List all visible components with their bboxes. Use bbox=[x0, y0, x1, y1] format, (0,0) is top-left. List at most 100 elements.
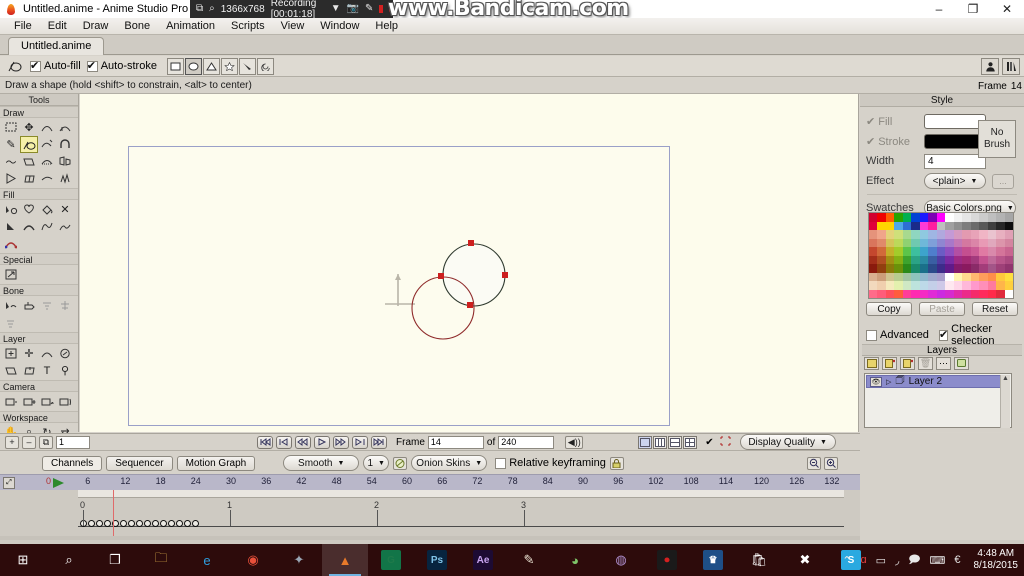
color-swatch[interactable] bbox=[962, 255, 971, 264]
sony-vegas-taskbar-button[interactable]: ✎ bbox=[506, 544, 552, 576]
show-hidden-icons[interactable]: ⌃ bbox=[842, 554, 851, 567]
photoshop-taskbar-button[interactable]: Ps bbox=[414, 544, 460, 576]
color-swatch[interactable] bbox=[885, 289, 895, 298]
color-swatch[interactable] bbox=[945, 247, 954, 256]
color-swatch[interactable] bbox=[919, 247, 929, 256]
blend-colors-tool[interactable] bbox=[2, 235, 20, 252]
bend-points-tool[interactable] bbox=[38, 153, 56, 170]
task-view-taskbar-button[interactable]: ❐ bbox=[92, 544, 138, 576]
bandicam-taskbar-button[interactable]: ⏺ bbox=[644, 544, 690, 576]
color-swatch[interactable] bbox=[1004, 255, 1013, 264]
library-mode-icon[interactable] bbox=[1002, 58, 1020, 75]
color-swatch[interactable] bbox=[894, 289, 903, 298]
layer-list[interactable]: 👁 ▷ 🗇 Layer 2 ▼ ▲ bbox=[864, 373, 1012, 428]
copy-button[interactable]: Copy bbox=[866, 302, 912, 316]
menu-file[interactable]: File bbox=[6, 20, 40, 32]
step-back-button[interactable] bbox=[295, 435, 311, 449]
hide-edge-shape-tool[interactable] bbox=[56, 218, 74, 235]
bone-strength-tool[interactable] bbox=[56, 297, 74, 314]
drawing-canvas[interactable] bbox=[80, 94, 859, 432]
color-swatch[interactable] bbox=[987, 289, 997, 298]
color-swatch[interactable] bbox=[869, 247, 878, 256]
color-swatch[interactable] bbox=[945, 264, 954, 273]
color-swatch[interactable] bbox=[987, 272, 997, 281]
color-swatch[interactable] bbox=[1004, 238, 1013, 247]
zoom-camera-tool[interactable] bbox=[20, 393, 38, 410]
select-bone-tool[interactable] bbox=[2, 297, 20, 314]
interpolation-dropdown[interactable]: Smooth ▼ bbox=[283, 455, 360, 471]
color-swatch[interactable] bbox=[902, 213, 912, 222]
fill-color-swatch[interactable] bbox=[924, 113, 986, 129]
color-swatch[interactable] bbox=[970, 247, 980, 256]
keyboard-tray-icon[interactable]: ⌨ bbox=[929, 554, 945, 567]
minimize-button[interactable]: – bbox=[922, 0, 956, 18]
color-swatch[interactable] bbox=[911, 230, 920, 239]
color-swatch[interactable] bbox=[877, 264, 886, 273]
display-quality-dropdown[interactable]: Display Quality ▼ bbox=[739, 434, 836, 450]
color-swatch[interactable] bbox=[928, 247, 937, 256]
tab-untitled-anime[interactable]: Untitled.anime bbox=[8, 37, 105, 55]
line-width-tool[interactable] bbox=[56, 170, 74, 187]
width-input[interactable] bbox=[924, 153, 986, 169]
color-swatch[interactable] bbox=[885, 238, 895, 247]
color-swatch[interactable] bbox=[885, 281, 895, 290]
color-swatch[interactable] bbox=[936, 213, 946, 222]
color-swatch[interactable] bbox=[953, 255, 963, 264]
color-swatch[interactable] bbox=[919, 264, 929, 273]
color-swatch[interactable] bbox=[953, 213, 963, 222]
color-swatch[interactable] bbox=[936, 272, 946, 281]
freehand-tool[interactable]: ✎ bbox=[2, 136, 20, 153]
color-swatch[interactable] bbox=[945, 221, 954, 230]
color-swatch[interactable] bbox=[902, 238, 912, 247]
screenshot-icon[interactable]: 📷 bbox=[347, 4, 359, 14]
color-swatch[interactable] bbox=[945, 289, 954, 298]
color-swatch[interactable] bbox=[996, 230, 1005, 239]
stroke-exposure-tool[interactable] bbox=[38, 218, 56, 235]
menu-draw[interactable]: Draw bbox=[75, 20, 117, 32]
color-swatch[interactable] bbox=[979, 264, 988, 273]
draw-shape-tool[interactable] bbox=[20, 136, 38, 153]
color-swatch[interactable] bbox=[970, 213, 980, 222]
color-swatch[interactable] bbox=[945, 281, 954, 290]
magnifier-icon[interactable]: ⌕ bbox=[209, 4, 215, 14]
menu-view[interactable]: View bbox=[273, 20, 313, 32]
new-group-icon[interactable] bbox=[900, 357, 915, 370]
color-swatch[interactable] bbox=[877, 289, 886, 298]
pan-tilt-camera-tool[interactable] bbox=[56, 393, 74, 410]
timeline-playhead[interactable] bbox=[113, 490, 114, 536]
color-swatch[interactable] bbox=[962, 247, 971, 256]
two-row-view-icon[interactable] bbox=[668, 435, 683, 449]
audio-toggle-icon[interactable]: ◀)) bbox=[565, 435, 584, 449]
color-swatch[interactable] bbox=[919, 272, 929, 281]
menu-bone[interactable]: Bone bbox=[116, 20, 158, 32]
color-swatch[interactable] bbox=[996, 272, 1005, 281]
play-button[interactable] bbox=[314, 435, 330, 449]
create-shape-tool[interactable] bbox=[20, 201, 38, 218]
color-swatch[interactable] bbox=[970, 281, 980, 290]
keyframe-marker[interactable] bbox=[192, 520, 199, 527]
color-swatch[interactable] bbox=[928, 272, 937, 281]
keyframe-marker[interactable] bbox=[144, 520, 151, 527]
color-swatch[interactable] bbox=[979, 221, 988, 230]
advanced-checkbox[interactable]: Advanced bbox=[866, 329, 929, 341]
keyframe-row[interactable] bbox=[80, 520, 200, 527]
color-swatch[interactable] bbox=[894, 213, 903, 222]
color-swatch[interactable] bbox=[953, 221, 963, 230]
keyframe-marker[interactable] bbox=[120, 520, 127, 527]
color-swatch[interactable] bbox=[953, 247, 963, 256]
auto-stroke-checkbox[interactable]: Auto-stroke bbox=[86, 59, 157, 72]
total-frames-input[interactable] bbox=[498, 435, 555, 449]
two-column-view-icon[interactable] bbox=[653, 435, 668, 449]
reset-button[interactable]: Reset bbox=[972, 302, 1018, 316]
color-swatch[interactable] bbox=[902, 272, 912, 281]
file-explorer-taskbar-button[interactable]: 🗀 bbox=[138, 544, 184, 576]
color-swatch[interactable] bbox=[970, 264, 980, 273]
onion-skins-dropdown[interactable]: Onion Skins ▼ bbox=[411, 455, 488, 471]
color-swatch[interactable] bbox=[962, 213, 971, 222]
color-swatch[interactable] bbox=[962, 221, 971, 230]
color-swatch[interactable] bbox=[911, 255, 920, 264]
start-button-taskbar-button[interactable]: ⊞ bbox=[0, 544, 46, 576]
color-swatch[interactable] bbox=[877, 213, 886, 222]
color-swatch[interactable] bbox=[953, 264, 963, 273]
color-swatch[interactable] bbox=[885, 272, 895, 281]
